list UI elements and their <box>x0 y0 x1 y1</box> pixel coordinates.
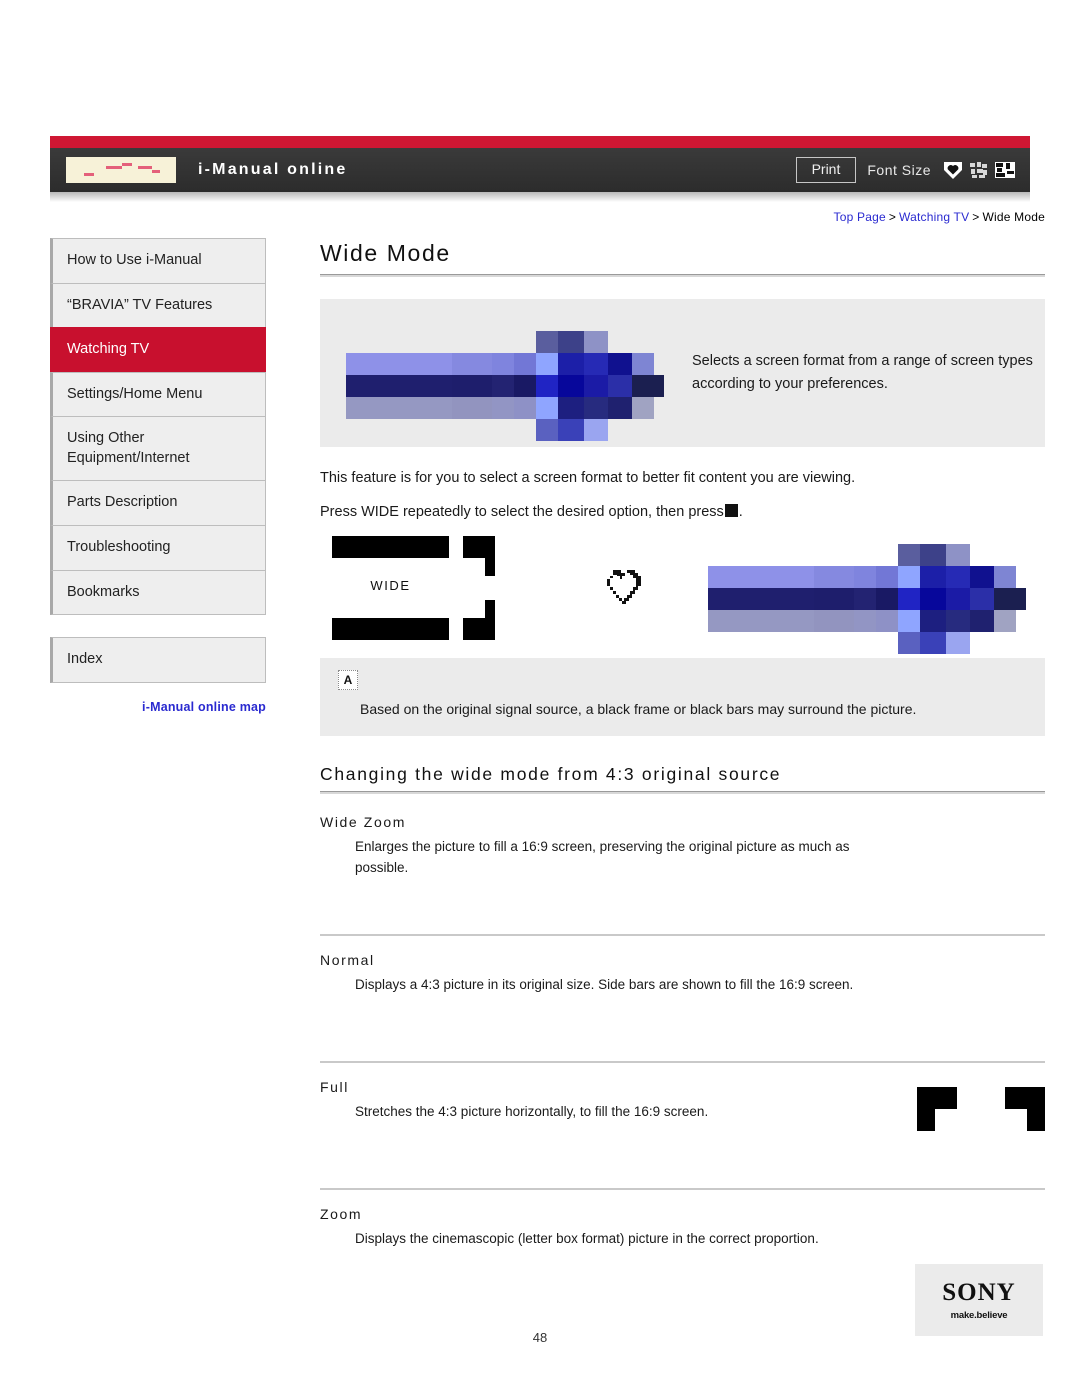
subsection-normal: Normal Displays a 4:3 picture in its ori… <box>320 936 1045 1061</box>
hero-panel: Selects a screen format from a range of … <box>320 299 1045 447</box>
sony-logo: SONY make.believe <box>915 1264 1043 1336</box>
header-accent-bar <box>50 136 1030 148</box>
sidebar-item-bravia-features[interactable]: “BRAVIA” TV Features <box>50 282 266 329</box>
sidebar-item-using-other-equipment[interactable]: Using Other Equipment/Internet <box>50 416 266 482</box>
page-number: 48 <box>532 1330 548 1345</box>
enter-key-icon <box>724 504 738 518</box>
wide-button-bottom-bar <box>332 617 449 640</box>
sidebar-item-index[interactable]: Index <box>50 637 266 683</box>
header-shadow <box>50 192 1030 202</box>
heart-icon <box>600 566 648 612</box>
sidebar-item-troubleshooting[interactable]: Troubleshooting <box>50 524 266 571</box>
title-divider <box>320 274 1045 277</box>
wide-mode-pixel-illustration-secondary <box>708 538 1026 654</box>
breadcrumb-watching-tv[interactable]: Watching TV <box>899 210 969 224</box>
wide-button-diagram: WIDE <box>320 535 1045 654</box>
font-size-label: Font Size <box>867 162 931 178</box>
subsection-body: Enlarges the picture to fill a 16:9 scre… <box>355 838 850 875</box>
breadcrumb-current: Wide Mode <box>982 210 1045 224</box>
hero-description: Selects a screen format from a range of … <box>692 352 1033 392</box>
breadcrumb-separator-2: > <box>972 210 980 224</box>
subsection-body: Displays a 4:3 picture in its original s… <box>355 976 854 992</box>
subsection-full: Full Stretches the 4:3 picture horizonta… <box>320 1063 1045 1188</box>
sidebar-item-bookmarks[interactable]: Bookmarks <box>50 569 266 616</box>
page-title: Wide Mode <box>320 240 451 266</box>
font-size-controls <box>942 160 1016 180</box>
section-title: Changing the wide mode from 4:3 original… <box>320 763 782 784</box>
sidebar-item-watching-tv[interactable]: Watching TV <box>50 327 266 373</box>
main-content: Top Page > Watching TV > Wide Mode Wide Mode <box>320 210 1045 1280</box>
intro-paragraph-1: This feature is for you to select a scre… <box>320 470 856 486</box>
subsection-body: Displays the cinemascopic (letter box fo… <box>355 1230 819 1246</box>
sony-tagline: make.believe <box>950 1309 1008 1321</box>
corner-brackets-icon <box>917 1086 1045 1131</box>
i-manual-online-map-link[interactable]: i-Manual online map <box>50 700 266 714</box>
i-manual-logo <box>66 157 176 183</box>
subsection-body: Stretches the 4:3 picture horizontally, … <box>355 1103 709 1119</box>
subsection-title: Zoom <box>320 1205 363 1222</box>
note-panel: A Based on the original signal source, a… <box>320 657 1045 736</box>
wide-mode-pixel-illustration <box>346 325 664 441</box>
wide-remote-button: WIDE <box>332 535 449 640</box>
header-bar: i-Manual online Print Font Size <box>50 148 1030 192</box>
intro-paragraph-2-period: . <box>738 504 743 521</box>
sidebar-item-how-to-use[interactable]: How to Use i-Manual <box>50 238 266 284</box>
sidebar-item-parts-description[interactable]: Parts Description <box>50 480 266 526</box>
sidebar-item-settings-home-menu[interactable]: Settings/Home Menu <box>50 371 266 418</box>
section-divider <box>320 790 1045 794</box>
font-size-small-icon[interactable] <box>942 160 964 180</box>
subsection-title: Wide Zoom <box>320 813 406 830</box>
wide-button-top-bar <box>332 535 449 558</box>
print-button[interactable]: Print <box>795 157 857 183</box>
subsection-wide-zoom: Wide Zoom Enlarges the picture to fill a… <box>320 814 1045 934</box>
sony-wordmark: SONY <box>942 1278 1016 1306</box>
font-size-medium-icon[interactable] <box>968 160 990 180</box>
breadcrumb-separator-1: > <box>888 210 897 224</box>
site-title: i-Manual online <box>198 161 348 178</box>
wide-button-label: WIDE <box>370 577 411 593</box>
note-badge-icon: A <box>338 669 358 690</box>
sidebar-nav: How to Use i-Manual “BRAVIA” TV Features… <box>50 238 266 714</box>
note-text: Based on the original signal source, a b… <box>360 700 917 717</box>
intro-paragraph-2-text: Press WIDE repeatedly to select the desi… <box>320 504 724 521</box>
font-size-large-icon[interactable] <box>994 160 1016 180</box>
header-actions: Print Font Size <box>795 148 1016 192</box>
subsection-title: Normal <box>320 951 375 968</box>
breadcrumb: Top Page > Watching TV > Wide Mode <box>320 210 1045 224</box>
site-header: i-Manual online Print Font Size <box>50 136 1030 202</box>
breadcrumb-top-page[interactable]: Top Page <box>834 210 886 224</box>
bracket-marks-icon <box>463 535 518 640</box>
intro-paragraph-2: Press WIDE repeatedly to select the desi… <box>320 501 1045 523</box>
